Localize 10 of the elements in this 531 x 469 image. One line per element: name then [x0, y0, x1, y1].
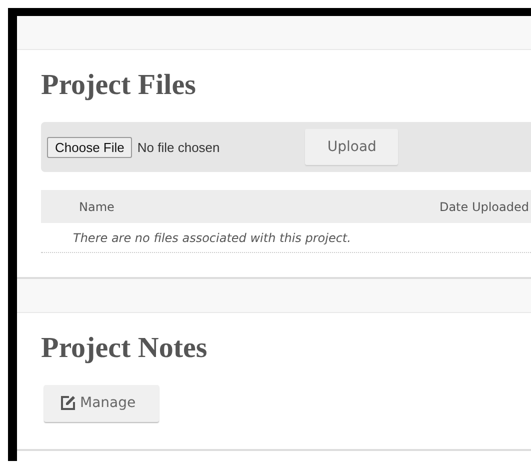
file-status: No file chosen [137, 140, 221, 154]
choose-file-button[interactable]: Choose File [47, 136, 132, 158]
column-header: Name [79, 200, 116, 214]
section-title: Project Notes [41, 331, 208, 366]
manage-button[interactable]: Manage [44, 385, 159, 422]
upload-button[interactable]: Upload [305, 129, 398, 165]
edit-icon [60, 395, 76, 411]
section-title: Project Files [41, 68, 197, 103]
column-header: Date Uploaded [439, 200, 530, 214]
empty-message: There are no files associated with this project. [41, 223, 531, 253]
